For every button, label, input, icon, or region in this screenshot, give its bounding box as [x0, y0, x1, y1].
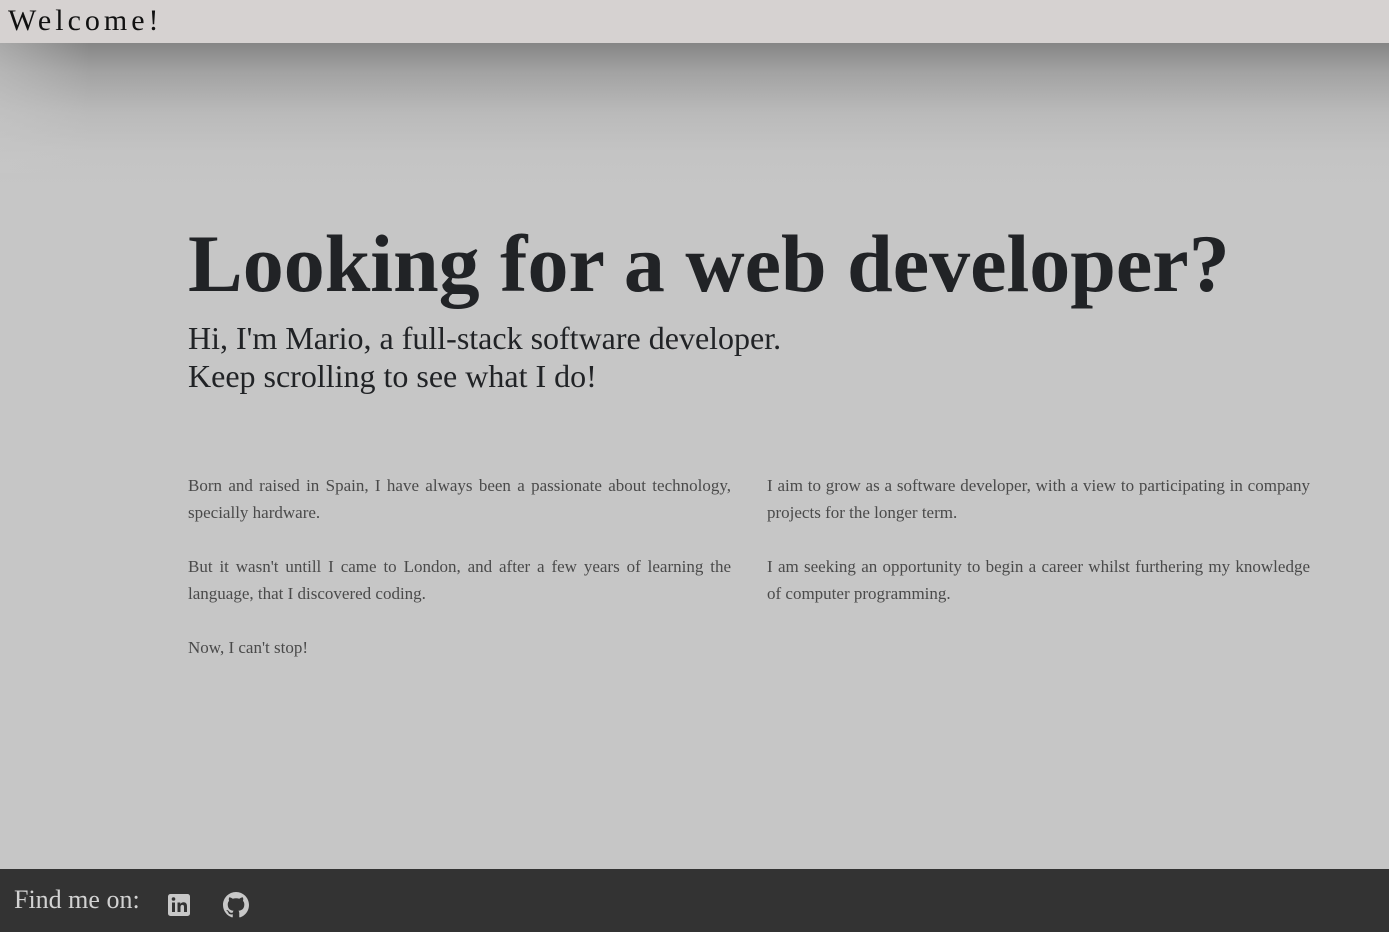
about-paragraph: But it wasn't untill I came to London, a… [188, 557, 731, 603]
about-column-left: Born and raised in Spain, I have always … [188, 472, 731, 688]
about-column-right: I aim to grow as a software developer, w… [767, 472, 1310, 634]
footer: Find me on: [0, 869, 1389, 932]
github-icon[interactable] [223, 892, 249, 918]
about-paragraph: Born and raised in Spain, I have always … [188, 476, 731, 522]
welcome-title: Welcome! [8, 4, 163, 37]
hero-subtitle: Hi, I'm Mario, a full-stack software dev… [188, 319, 781, 395]
top-bar: Welcome! [0, 0, 1389, 43]
main-section: Looking for a web developer? Hi, I'm Mar… [0, 43, 1389, 869]
about-paragraph: I am seeking an opportunity to begin a c… [767, 557, 1310, 603]
about-paragraph: Now, I can't stop! [188, 638, 308, 657]
hero-title: Looking for a web developer? [188, 218, 1230, 309]
about-paragraph: I aim to grow as a software developer, w… [767, 476, 1310, 522]
hero-subtitle-line-1: Hi, I'm Mario, a full-stack software dev… [188, 320, 782, 356]
linkedin-icon[interactable] [166, 892, 192, 918]
hero-subtitle-line-2: Keep scrolling to see what I do! [188, 358, 597, 394]
find-me-label: Find me on: [14, 885, 140, 914]
